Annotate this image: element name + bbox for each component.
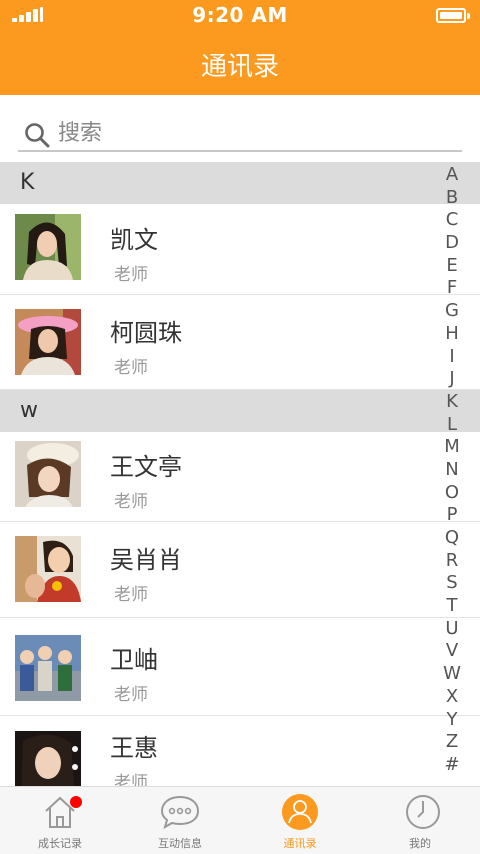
contact-list[interactable]: K 凯文 老师 柯圆珠 老师 w 王文亭 老师 吴肖肖 老师 卫岫 老师 王惠 … [0, 162, 480, 786]
search-bar[interactable] [18, 114, 462, 152]
tab-mine[interactable]: 我的 [360, 787, 480, 854]
index-letter[interactable]: L [442, 414, 462, 437]
person-icon [282, 794, 318, 830]
contact-row[interactable]: 卫岫 老师 [0, 618, 480, 716]
contact-name: 王惠 [110, 734, 158, 762]
avatar [15, 441, 81, 507]
avatar [15, 635, 81, 701]
index-letter[interactable]: U [442, 618, 462, 641]
index-letter[interactable]: X [442, 686, 462, 709]
avatar [15, 214, 81, 280]
tab-interaction[interactable]: 互动信息 [120, 787, 240, 854]
index-letter[interactable]: P [442, 504, 462, 527]
index-letter[interactable]: O [442, 482, 462, 505]
contact-row[interactable]: 柯圆珠 老师 [0, 295, 480, 390]
index-letter[interactable]: # [442, 754, 462, 777]
notification-badge [70, 796, 82, 808]
contact-role: 老师 [114, 265, 148, 285]
status-bar: 9:20 AM [0, 0, 480, 32]
index-letter[interactable]: B [442, 187, 462, 210]
contact-row[interactable]: 吴肖肖 老师 [0, 522, 480, 618]
index-letter[interactable]: F [442, 277, 462, 300]
index-letter[interactable]: M [442, 436, 462, 459]
contact-name: 柯圆珠 [110, 319, 182, 347]
search-icon [25, 123, 50, 148]
contact-name: 凯文 [110, 226, 158, 254]
contact-name: 吴肖肖 [110, 546, 182, 574]
contact-role: 老师 [114, 358, 148, 378]
index-letter[interactable]: H [442, 323, 462, 346]
index-letter[interactable]: V [442, 640, 462, 663]
index-letter[interactable]: K [442, 391, 462, 414]
clock-icon [406, 795, 440, 829]
chat-bubble-icon [160, 795, 200, 830]
battery-icon [436, 8, 470, 23]
tab-growth-record[interactable]: 成长记录 [0, 787, 120, 854]
contact-row[interactable]: 王文亭 老师 [0, 432, 480, 522]
section-header-k: K [0, 162, 480, 204]
contact-role: 老师 [114, 685, 148, 705]
index-letter[interactable]: W [442, 663, 462, 686]
index-letter[interactable]: I [442, 346, 462, 369]
tab-label: 互动信息 [158, 837, 202, 850]
index-letter[interactable]: S [442, 572, 462, 595]
avatar [15, 731, 81, 786]
contact-role: 老师 [114, 585, 148, 605]
index-letter[interactable]: Q [442, 527, 462, 550]
index-letter[interactable]: T [442, 595, 462, 618]
status-time: 9:20 AM [192, 3, 288, 27]
avatar [15, 309, 81, 375]
page-title: 通讯录 [200, 52, 279, 82]
index-letter[interactable]: C [442, 209, 462, 232]
index-letter[interactable]: Z [442, 731, 462, 754]
section-header-w: w [0, 390, 480, 432]
index-letter[interactable]: J [442, 368, 462, 391]
avatar [15, 536, 81, 602]
index-letter[interactable]: N [442, 459, 462, 482]
contact-row[interactable]: 凯文 老师 [0, 204, 480, 295]
contact-role: 老师 [114, 492, 148, 512]
tab-label: 通讯录 [283, 837, 317, 850]
contact-name: 王文亭 [110, 453, 182, 481]
index-letter[interactable]: E [442, 255, 462, 278]
alphabet-index[interactable]: A B C D E F G H I J K L M N O P Q R S T U V W X Y Z # [442, 164, 462, 777]
index-letter[interactable]: D [442, 232, 462, 255]
tab-bar: 成长记录 互动信息 通讯录 我的 [0, 786, 480, 854]
contact-row[interactable]: 王惠 老师 [0, 716, 480, 786]
contact-role: 老师 [114, 773, 148, 786]
index-letter[interactable]: A [442, 164, 462, 187]
nav-bar: 通讯录 [0, 32, 480, 95]
tab-label: 我的 [409, 837, 431, 850]
tab-label: 成长记录 [38, 837, 82, 850]
tab-contacts[interactable]: 通讯录 [240, 787, 360, 854]
contact-name: 卫岫 [110, 646, 158, 674]
index-letter[interactable]: Y [442, 709, 462, 732]
index-letter[interactable]: G [442, 300, 462, 323]
index-letter[interactable]: R [442, 550, 462, 573]
search-input[interactable] [58, 118, 438, 148]
